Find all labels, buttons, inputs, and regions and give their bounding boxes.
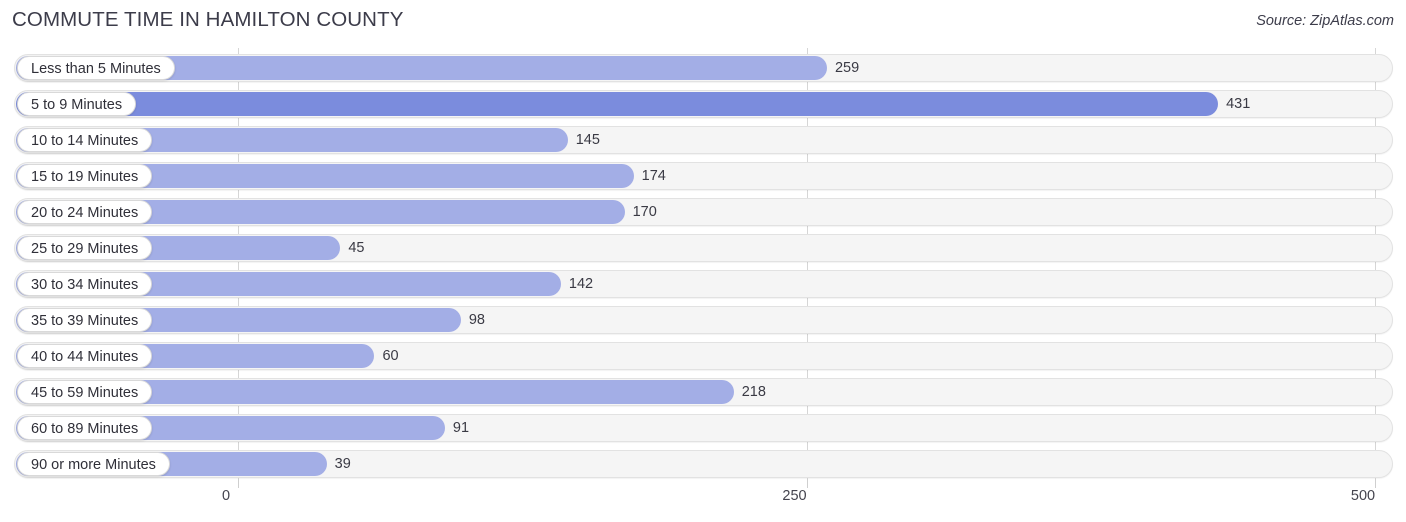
bar-row[interactable]: 40 to 44 Minutes 60 xyxy=(14,342,1393,370)
bar-category-label: 45 to 59 Minutes xyxy=(17,380,153,404)
bar-value-label: 259 xyxy=(834,60,860,76)
bar-row[interactable]: 10 to 14 Minutes 145 xyxy=(14,126,1393,154)
bar-value-label: 145 xyxy=(575,132,600,148)
bar-category-label: Less than 5 Minutes xyxy=(17,56,175,80)
bar-row[interactable]: 90 or more Minutes 39 xyxy=(14,450,1393,478)
axis-tick-label-500: 500 xyxy=(1350,488,1376,504)
bar-category-label: 25 to 29 Minutes xyxy=(17,236,153,260)
page-title: COMMUTE TIME IN HAMILTON COUNTY xyxy=(12,8,404,31)
bar-value-label: 174 xyxy=(641,168,666,184)
axis-tick-mark xyxy=(806,478,808,488)
axis-tick-label-0: 0 xyxy=(221,488,231,504)
bar-category-label: 20 to 24 Minutes xyxy=(17,200,153,224)
bar-value-label: 218 xyxy=(741,384,766,400)
bar-category-label: 60 to 89 Minutes xyxy=(17,416,153,440)
bar-row[interactable]: 15 to 19 Minutes 174 xyxy=(14,162,1393,190)
bar-row[interactable]: 25 to 29 Minutes 45 xyxy=(14,234,1393,262)
bar-row[interactable]: Less than 5 Minutes 259 xyxy=(14,54,1393,82)
bar-value-label: 60 xyxy=(382,348,399,364)
bar-value-label: 98 xyxy=(468,312,485,328)
x-axis: 0 250 500 xyxy=(0,478,1406,522)
axis-tick-label-250: 250 xyxy=(782,488,807,504)
bar-value-label: 142 xyxy=(568,276,594,292)
bar-category-label: 40 to 44 Minutes xyxy=(17,344,153,368)
bar-category-label: 5 to 9 Minutes xyxy=(17,92,137,116)
plot-area: Less than 5 Minutes 259 5 to 9 Minutes 431 1… xyxy=(0,48,1406,488)
bar-row[interactable]: 20 to 24 Minutes 170 xyxy=(14,198,1393,226)
bar[interactable] xyxy=(16,92,1219,116)
axis-tick-mark xyxy=(1375,478,1376,488)
bar-value-label: 45 xyxy=(348,240,365,256)
bar-category-label: 15 to 19 Minutes xyxy=(17,164,153,188)
bar-row[interactable]: 60 to 89 Minutes 91 xyxy=(14,414,1393,442)
bar-value-label: 91 xyxy=(452,420,470,436)
bar-value-label: 170 xyxy=(632,204,657,220)
bar-category-label: 35 to 39 Minutes xyxy=(17,308,153,332)
bar-row[interactable]: 45 to 59 Minutes 218 xyxy=(14,378,1393,406)
bar-value-label: 431 xyxy=(1226,96,1251,112)
bar-category-label: 10 to 14 Minutes xyxy=(17,128,153,152)
axis-tick-mark xyxy=(238,478,239,488)
bar-category-label: 90 or more Minutes xyxy=(17,452,170,476)
source-attribution: Source: ZipAtlas.com xyxy=(1256,13,1394,29)
bar-row[interactable]: 35 to 39 Minutes 98 xyxy=(14,306,1393,334)
chart-container: COMMUTE TIME IN HAMILTON COUNTY Source: … xyxy=(0,0,1406,522)
bar-row[interactable]: 5 to 9 Minutes 431 xyxy=(14,90,1393,118)
bar-row[interactable]: 30 to 34 Minutes 142 xyxy=(14,270,1393,298)
bar-value-label: 39 xyxy=(334,456,351,472)
bar-category-label: 30 to 34 Minutes xyxy=(17,272,153,296)
